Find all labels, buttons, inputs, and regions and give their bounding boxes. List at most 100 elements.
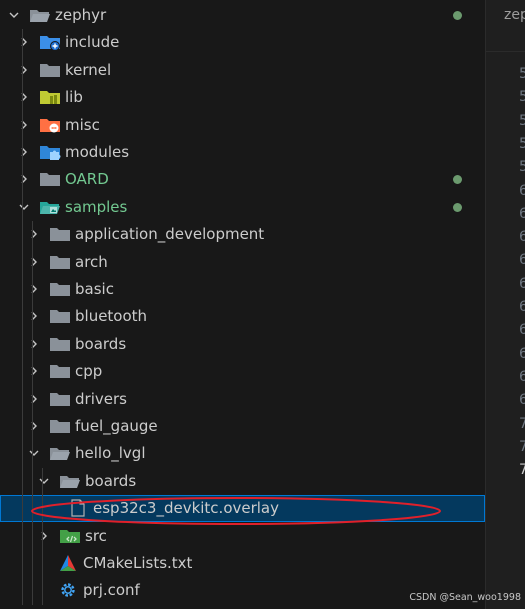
line-number: 6 [519, 345, 525, 362]
row-label: drivers [75, 389, 127, 408]
indent-guide [32, 221, 33, 605]
chevron-right-icon[interactable] [18, 119, 30, 131]
folder-icon [49, 390, 71, 408]
chevron-right-icon[interactable] [18, 64, 30, 76]
line-number: 7 [519, 438, 525, 455]
row-label: misc [65, 115, 100, 134]
editor-tab[interactable]: zep [486, 0, 525, 52]
chevron-down-icon[interactable] [38, 475, 50, 487]
chevron-right-icon[interactable] [28, 420, 40, 432]
row-label: arch [75, 252, 108, 271]
folder-oard[interactable]: OARD [0, 166, 485, 193]
git-status-dot [453, 175, 462, 185]
line-number: 5 [519, 135, 525, 152]
line-number: 6 [519, 252, 525, 269]
row-label: boards [75, 334, 127, 353]
file-cmakelists[interactable]: CMakeLists.txt [0, 550, 485, 577]
folder-cpp[interactable]: cpp [0, 358, 485, 385]
chevron-down-icon[interactable] [28, 447, 40, 459]
folder-icon [49, 225, 71, 243]
row-label: modules [65, 143, 130, 161]
chevron-right-icon[interactable] [28, 283, 40, 295]
editor-pane: zep 5 5 5 5 5 6 6 6 6 6 6 6 6 6 6 7 7 7 [485, 0, 525, 609]
row-label: esp32c3_devkitc.overlay [93, 499, 280, 518]
gear-icon [57, 581, 79, 599]
folder-icon [49, 280, 71, 298]
folder-src[interactable]: src [0, 523, 485, 550]
row-label: cpp [75, 362, 103, 381]
line-number: 7 [519, 462, 525, 479]
chevron-right-icon[interactable] [28, 228, 40, 240]
line-number: 7 [519, 415, 525, 432]
folder-icon [49, 417, 71, 435]
indent-guide [22, 29, 23, 605]
folder-samples[interactable]: samples [0, 194, 485, 221]
chevron-right-icon[interactable] [28, 365, 40, 377]
chevron-down-icon[interactable] [8, 9, 20, 21]
folder-kernel[interactable]: kernel [0, 57, 485, 84]
file-icon [67, 499, 89, 517]
chevron-right-icon[interactable] [28, 338, 40, 350]
row-label: bluetooth [75, 307, 148, 326]
folder-bluetooth[interactable]: bluetooth [0, 303, 485, 330]
folder-hello-lvgl[interactable]: hello_lvgl [0, 440, 485, 467]
file-explorer: zephyr include kernel lib misc modules OARD sam… [0, 0, 485, 609]
row-label: OARD [65, 170, 109, 189]
chevron-right-icon[interactable] [18, 91, 30, 103]
folder-application-development[interactable]: application_development [0, 221, 485, 248]
chevron-right-icon[interactable] [18, 36, 30, 48]
chevron-right-icon[interactable] [28, 393, 40, 405]
folder-lib[interactable]: lib [0, 84, 485, 111]
line-number: 5 [519, 89, 525, 106]
folder-hello-lvgl-boards[interactable]: boards [0, 468, 485, 495]
folder-icon [39, 61, 61, 79]
chevron-right-icon[interactable] [38, 530, 50, 542]
folder-basic[interactable]: basic [0, 276, 485, 303]
file-esp32c3-devkitc-overlay[interactable]: esp32c3_devkitc.overlay [0, 495, 485, 523]
folder-open-icon [49, 444, 71, 462]
folder-samples-open-icon [39, 198, 61, 216]
folder-include[interactable]: include [0, 29, 485, 56]
folder-drivers[interactable]: drivers [0, 386, 485, 413]
line-number: 5 [519, 66, 525, 82]
folder-misc[interactable]: misc [0, 112, 485, 139]
row-label: boards [85, 471, 137, 490]
chevron-right-icon[interactable] [18, 173, 30, 185]
line-number: 6 [519, 229, 525, 246]
line-number: 6 [519, 299, 525, 315]
row-label: zephyr [55, 6, 107, 24]
folder-modules[interactable]: modules [0, 139, 485, 166]
git-status-dot [453, 11, 462, 20]
line-number: 5 [519, 112, 525, 129]
indent-guide [42, 467, 43, 605]
cmake-icon [57, 554, 79, 572]
line-number: 5 [519, 159, 525, 176]
row-label: application_development [75, 225, 265, 244]
line-number: 6 [519, 275, 525, 292]
chevron-right-icon[interactable] [28, 310, 40, 322]
chevron-right-icon[interactable] [28, 256, 40, 268]
row-label: hello_lvgl [75, 444, 146, 463]
row-label: fuel_gauge [75, 417, 158, 435]
folder-boards[interactable]: boards [0, 331, 485, 358]
row-label: lib [65, 88, 83, 107]
chevron-down-icon[interactable] [18, 201, 30, 213]
row-label: samples [65, 197, 128, 216]
folder-zephyr[interactable]: zephyr [0, 2, 485, 29]
row-label: include [65, 33, 120, 52]
line-number: 6 [519, 322, 525, 339]
folder-arch[interactable]: arch [0, 249, 485, 276]
folder-open-icon [59, 472, 81, 490]
editor-tab-label: zep [504, 7, 525, 23]
line-number: 6 [519, 205, 525, 222]
row-label: basic [75, 280, 114, 298]
folder-modules-icon [39, 143, 61, 161]
chevron-right-icon[interactable] [18, 146, 30, 158]
folder-icon [39, 170, 61, 188]
git-status-dot [453, 202, 462, 212]
watermark: CSDN @Sean_woo1998 [409, 592, 521, 603]
line-number: 6 [519, 182, 525, 199]
row-label: kernel [65, 60, 112, 79]
folder-fuel-gauge[interactable]: fuel_gauge [0, 413, 485, 440]
line-number: 6 [519, 368, 525, 385]
